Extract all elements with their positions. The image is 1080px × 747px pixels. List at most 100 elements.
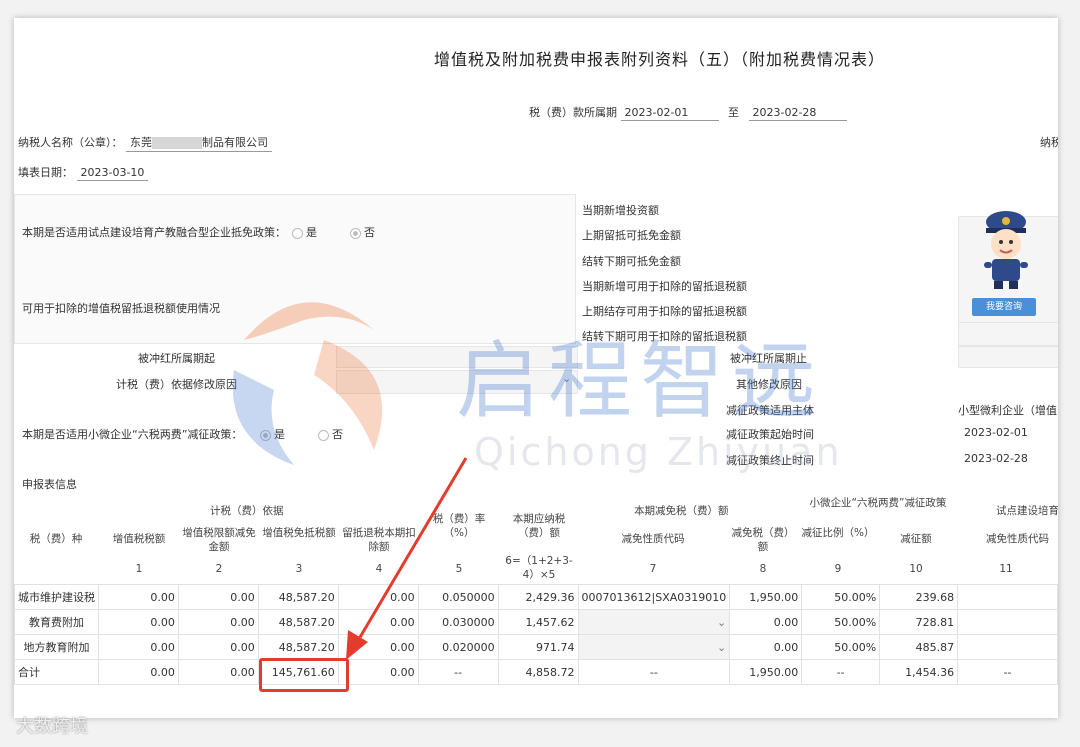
cell[interactable] [957, 634, 1058, 660]
reduction-start-value[interactable]: 2023-02-01 [964, 426, 1028, 439]
cell: -- [957, 659, 1058, 685]
watermark-text: 启程智远 [456, 332, 825, 430]
cell: 1,950.00 [729, 659, 803, 685]
col-num-6: 6=（1+2+3-4）×5 [505, 555, 573, 581]
report-sheet: 增值税及附加税费申报表附列资料（五）（附加税费情况表） 税（费）款所属期 202… [14, 18, 1058, 718]
highlight-box [259, 658, 349, 692]
period-row: 税（费）款所属期 2023-02-01 至 2023-02-28 [529, 104, 847, 121]
taxpayer-name-field: 东莞 制品有限公司 [126, 134, 272, 152]
group-basis-header: 计税（费）依据 [210, 505, 284, 517]
pilot-question: 本期是否适用试点建设培育产教融合型企业抵免政策： [22, 226, 286, 239]
cell[interactable]: 0.00 [729, 634, 803, 660]
radio-icon [292, 227, 303, 239]
col-num-9: 9 [834, 563, 842, 575]
table-row: 教育费附加 0.00 0.00 48,587.20 0.00 0.030000 … [14, 609, 1058, 635]
new-refund-deductible-label: 当期新增可用于扣除的留抵退税额 [582, 279, 747, 293]
reduction-end-value[interactable]: 2023-02-28 [964, 452, 1028, 465]
cell: 50.00% [801, 584, 881, 610]
cell[interactable]: 0.00 [98, 584, 179, 610]
cell[interactable]: 48,587.20 [257, 634, 339, 660]
cell[interactable]: 0.00 [177, 634, 259, 660]
cell: 1,457.62 [497, 609, 579, 635]
col-num-10: 10 [909, 563, 923, 575]
pilot-yes-option[interactable]: 是 [292, 224, 317, 240]
table-row: 城市维护建设税 0.00 0.00 48,587.20 0.00 0.05000… [14, 584, 1058, 610]
cell: 971.74 [497, 634, 579, 660]
right-cut-label: 纳税 [1040, 136, 1058, 149]
col-header-7: 减免性质代码 [621, 533, 685, 545]
cell: -- [577, 659, 731, 685]
group-pilot-header: 试点建设培育 [996, 505, 1058, 517]
col-header-9: 减征比例（%） [801, 527, 875, 539]
right-input-b[interactable] [958, 346, 1058, 368]
cell[interactable]: 0.00 [729, 609, 803, 635]
col-num-8: 8 [759, 563, 767, 575]
col-header-11: 减免性质代码 [986, 533, 1049, 545]
credit-watermark: 大数跨境 [16, 716, 88, 737]
col-header-1: 增值税税额 [112, 533, 166, 545]
taxpayer-row: 纳税人名称（公章）： 东莞 制品有限公司 [18, 134, 272, 152]
consult-button[interactable]: 我要咨询 [972, 298, 1036, 316]
pilot-no-option[interactable]: 否 [350, 224, 375, 240]
pilot-yes-label: 是 [306, 226, 317, 239]
cell[interactable]: 0.00 [98, 634, 179, 660]
col-num-11: 11 [999, 563, 1013, 575]
cell[interactable]: 0.00 [177, 609, 259, 635]
cell[interactable] [957, 609, 1058, 635]
reduction-code-select[interactable]: ⌄ [577, 609, 731, 635]
row-name: 城市维护建设税 [14, 584, 99, 610]
cell: 1,454.36 [879, 659, 959, 685]
period-separator: 至 [728, 106, 739, 119]
col-num-7: 7 [649, 563, 657, 575]
reduction-code-select[interactable]: ⌄ [577, 634, 731, 660]
cell[interactable]: 48,587.20 [257, 609, 339, 635]
cell[interactable]: 0.00 [98, 609, 179, 635]
tax-table: 城市维护建设税 0.00 0.00 48,587.20 0.00 0.05000… [14, 584, 1058, 685]
col-num-1: 1 [135, 563, 143, 575]
prev-deductible-label: 上期留抵可抵免金额 [582, 229, 681, 243]
chevron-down-icon[interactable]: ⌄ [717, 641, 726, 654]
cell: 485.87 [879, 634, 959, 660]
cell: 0.00 [177, 659, 259, 685]
col-header-10: 减征额 [900, 533, 932, 545]
group-small-header: 小微企业“六税两费”减征政策 [809, 497, 947, 509]
table-row: 地方教育附加 0.00 0.00 48,587.20 0.00 0.020000… [14, 634, 1058, 660]
taxpayer-name-prefix: 东莞 [130, 136, 152, 149]
col-num-3: 3 [295, 563, 303, 575]
col-header-2: 增值税限额减免金额 [182, 527, 256, 553]
right-input-a[interactable] [958, 322, 1058, 346]
cell: 50.00% [801, 609, 881, 635]
col-header-3: 增值税免抵税额 [262, 527, 336, 539]
watermark-logo-icon [232, 302, 383, 465]
cell: 50.00% [801, 634, 881, 660]
col-num-2: 2 [215, 563, 223, 575]
new-investment-label: 当期新增投资额 [582, 204, 659, 217]
fill-date-field[interactable]: 2023-03-10 [76, 166, 149, 181]
cell[interactable]: 48,587.20 [257, 584, 339, 610]
cell: 4,858.72 [497, 659, 579, 685]
period-label: 税（费）款所属期 [529, 106, 617, 119]
cell[interactable] [957, 584, 1058, 610]
taxpayer-name-suffix: 制品有限公司 [202, 136, 268, 149]
redaction-block [152, 137, 202, 149]
cell: 239.68 [879, 584, 959, 610]
page-title: 增值税及附加税费申报表附列资料（五）（附加税费情况表） [434, 50, 886, 69]
chevron-down-icon[interactable]: ⌄ [717, 616, 726, 629]
cell: 0.00 [98, 659, 179, 685]
fill-date-label: 填表日期： [18, 166, 73, 179]
carry-forward-label: 结转下期可抵免金额 [582, 254, 681, 268]
pilot-no-label: 否 [364, 226, 375, 239]
period-to-field[interactable]: 2023-02-28 [748, 106, 847, 121]
cell[interactable]: 0.00 [177, 584, 259, 610]
arrow-icon [346, 457, 468, 660]
table-row-total: 合计 0.00 0.00 145,761.60 0.00 -- 4,858.72… [14, 659, 1058, 685]
row-name: 合计 [14, 659, 99, 685]
period-from-field[interactable]: 2023-02-01 [620, 106, 719, 121]
cell: -- [801, 659, 881, 685]
watermark-pinyin: Qichong Zhiyuan [474, 430, 843, 474]
taxpayer-label: 纳税人名称（公章）： [18, 136, 123, 149]
reduction-subject-value[interactable]: 小型微利企业（增值 [958, 402, 1057, 418]
row-name: 教育费附加 [14, 609, 99, 635]
cell[interactable]: 1,950.00 [729, 584, 803, 610]
reduction-code-cell[interactable]: 0007013612|SXA0319010 [577, 584, 731, 610]
